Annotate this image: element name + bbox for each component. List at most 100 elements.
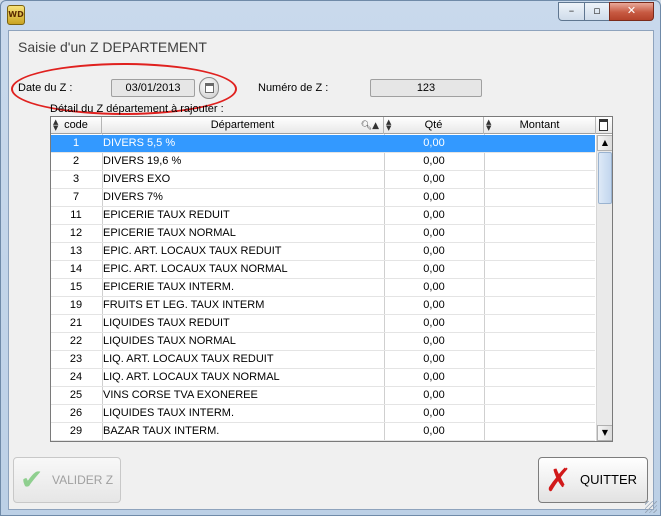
- table-row[interactable]: 7 DIVERS 7% 0,00: [51, 189, 595, 207]
- cell-montant: [485, 387, 595, 405]
- cell-code: 22: [69, 335, 83, 347]
- cell-code: 2: [72, 155, 80, 167]
- cell-montant: [485, 405, 595, 423]
- cell-code: 14: [69, 263, 83, 275]
- resize-grip[interactable]: [645, 501, 657, 513]
- cell-montant: [485, 153, 595, 171]
- cell-departement: LIQUIDES TAUX REDUIT: [103, 317, 230, 329]
- cell-qte: 0,00: [423, 191, 445, 203]
- cell-departement: DIVERS 19,6 %: [103, 155, 182, 167]
- cell-montant: [485, 261, 595, 279]
- cell-departement: LIQUIDES TAUX NORMAL: [103, 335, 236, 347]
- table-body: 1 DIVERS 5,5 % 0,00 2 DIVERS 19,6 % 0,00 3 DIVE…: [51, 135, 595, 441]
- table-row[interactable]: 29 BAZAR TAUX INTERM. 0,00: [51, 423, 595, 441]
- table-row[interactable]: 1 DIVERS 5,5 % 0,00: [51, 135, 595, 153]
- table-header: ▲ ▼ code Département 🔍︎▲ ▲ ▼ Qté ▲ ▼ Montan…: [51, 117, 612, 134]
- quitter-button[interactable]: ✗ QUITTER: [538, 457, 648, 503]
- calendar-icon: [205, 83, 214, 93]
- table-row[interactable]: 19 FRUITS ET LEG. TAUX INTERM 0,00: [51, 297, 595, 315]
- minimize-button[interactable]: –: [558, 2, 585, 21]
- cell-code: 12: [69, 227, 83, 239]
- grid-caption: Détail du Z département à rajouter :: [50, 103, 224, 115]
- scroll-down-button[interactable]: ▼: [597, 425, 612, 441]
- cell-code: 24: [69, 371, 83, 383]
- sort-icon[interactable]: ▲ ▼: [53, 119, 58, 132]
- cell-code: 15: [69, 281, 83, 293]
- cell-departement: EPIC. ART. LOCAUX TAUX REDUIT: [103, 245, 282, 257]
- table-row[interactable]: 21 LIQUIDES TAUX REDUIT 0,00: [51, 315, 595, 333]
- cell-qte: 0,00: [423, 281, 445, 293]
- table-row[interactable]: 25 VINS CORSE TVA EXONEREE 0,00: [51, 387, 595, 405]
- cell-departement: DIVERS 5,5 %: [103, 137, 176, 149]
- table-row[interactable]: 15 EPICERIE TAUX INTERM. 0,00: [51, 279, 595, 297]
- cell-code: 26: [69, 407, 83, 419]
- check-icon: ✔: [20, 463, 44, 496]
- cell-qte: 0,00: [423, 227, 445, 239]
- cell-departement: FRUITS ET LEG. TAUX INTERM: [103, 299, 265, 311]
- table-row[interactable]: 26 LIQUIDES TAUX INTERM. 0,00: [51, 405, 595, 423]
- scroll-thumb[interactable]: [598, 152, 612, 204]
- column-header-montant[interactable]: ▲ ▼ Montant: [484, 117, 596, 134]
- table-row[interactable]: 3 DIVERS EXO 0,00: [51, 171, 595, 189]
- cell-qte: 0,00: [423, 137, 445, 149]
- column-header-qte[interactable]: ▲ ▼ Qté: [384, 117, 484, 134]
- cell-montant: [485, 315, 595, 333]
- delete-icon[interactable]: [599, 119, 608, 131]
- sort-icon[interactable]: ▲ ▼: [486, 119, 491, 132]
- cell-code: 23: [69, 353, 83, 365]
- cell-code: 13: [69, 245, 83, 257]
- numero-label: Numéro de Z :: [258, 82, 329, 94]
- cell-montant: [485, 279, 595, 297]
- table-row[interactable]: 2 DIVERS 19,6 % 0,00: [51, 153, 595, 171]
- table-row[interactable]: 14 EPIC. ART. LOCAUX TAUX NORMAL 0,00: [51, 261, 595, 279]
- table-row[interactable]: 22 LIQUIDES TAUX NORMAL 0,00: [51, 333, 595, 351]
- cell-departement: EPICERIE TAUX INTERM.: [103, 281, 235, 293]
- cell-montant: [485, 369, 595, 387]
- search-icon[interactable]: 🔍︎▲: [361, 118, 379, 134]
- cell-departement: LIQ. ART. LOCAUX TAUX NORMAL: [103, 371, 280, 383]
- maximize-button[interactable]: ▫: [584, 2, 610, 21]
- cell-montant: [485, 225, 595, 243]
- cell-montant: [485, 135, 595, 153]
- title-bar[interactable]: WD – ▫ ✕: [1, 1, 660, 29]
- cell-montant: [485, 333, 595, 351]
- cell-departement: EPICERIE TAUX NORMAL: [103, 227, 236, 239]
- cell-code: 1: [72, 137, 80, 149]
- cell-qte: 0,00: [423, 335, 445, 347]
- cell-code: 7: [72, 191, 80, 203]
- sort-icon[interactable]: ▲ ▼: [386, 119, 391, 132]
- cell-qte: 0,00: [423, 209, 445, 221]
- column-header-departement[interactable]: Département 🔍︎▲: [102, 117, 384, 134]
- page-title: Saisie d'un Z DEPARTEMENT: [18, 39, 207, 55]
- cell-qte: 0,00: [423, 299, 445, 311]
- table-row[interactable]: 24 LIQ. ART. LOCAUX TAUX NORMAL 0,00: [51, 369, 595, 387]
- cell-departement: BAZAR TAUX INTERM.: [103, 425, 220, 437]
- app-icon: WD: [7, 5, 25, 25]
- table-row[interactable]: 23 LIQ. ART. LOCAUX TAUX REDUIT 0,00: [51, 351, 595, 369]
- table-row[interactable]: 12 EPICERIE TAUX NORMAL 0,00: [51, 225, 595, 243]
- scroll-up-button[interactable]: ▲: [597, 135, 612, 151]
- cell-code: 21: [69, 317, 83, 329]
- table-row[interactable]: 11 EPICERIE TAUX REDUIT 0,00: [51, 207, 595, 225]
- table-row[interactable]: 13 EPIC. ART. LOCAUX TAUX REDUIT 0,00: [51, 243, 595, 261]
- cell-code: 25: [69, 389, 83, 401]
- valider-button[interactable]: ✔ VALIDER Z: [13, 457, 121, 503]
- cell-montant: [485, 171, 595, 189]
- date-field[interactable]: 03/01/2013: [111, 79, 195, 97]
- column-header-code[interactable]: ▲ ▼ code: [51, 117, 102, 134]
- close-button[interactable]: ✕: [609, 2, 654, 21]
- numero-field[interactable]: 123: [370, 79, 482, 97]
- calendar-button[interactable]: [199, 77, 219, 99]
- cell-montant: [485, 351, 595, 369]
- cell-montant: [485, 423, 595, 441]
- cell-qte: 0,00: [423, 245, 445, 257]
- cell-departement: DIVERS 7%: [103, 191, 163, 203]
- cell-code: 3: [72, 173, 80, 185]
- cell-qte: 0,00: [423, 317, 445, 329]
- date-label: Date du Z :: [18, 82, 73, 94]
- vertical-scrollbar[interactable]: ▲ ▼: [596, 135, 612, 441]
- cell-qte: 0,00: [423, 425, 445, 437]
- cell-montant: [485, 243, 595, 261]
- cell-departement: EPICERIE TAUX REDUIT: [103, 209, 230, 221]
- cell-departement: VINS CORSE TVA EXONEREE: [103, 389, 258, 401]
